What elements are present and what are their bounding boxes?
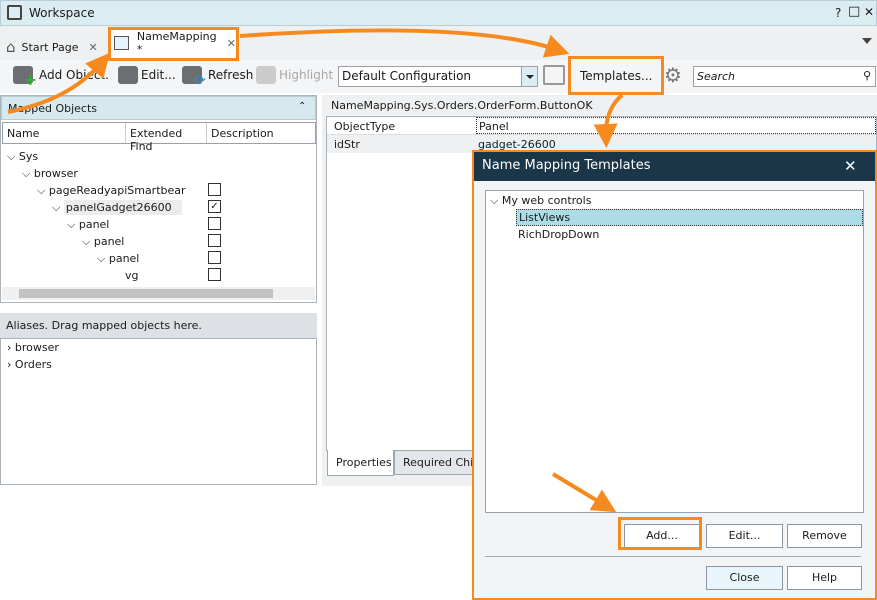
arrow-to-templates [239, 28, 570, 58]
arrow-to-add [551, 472, 617, 513]
arrow-to-tab [7, 52, 110, 114]
annotation-arrows [7, 28, 624, 513]
arrow-to-dialog [593, 93, 624, 148]
